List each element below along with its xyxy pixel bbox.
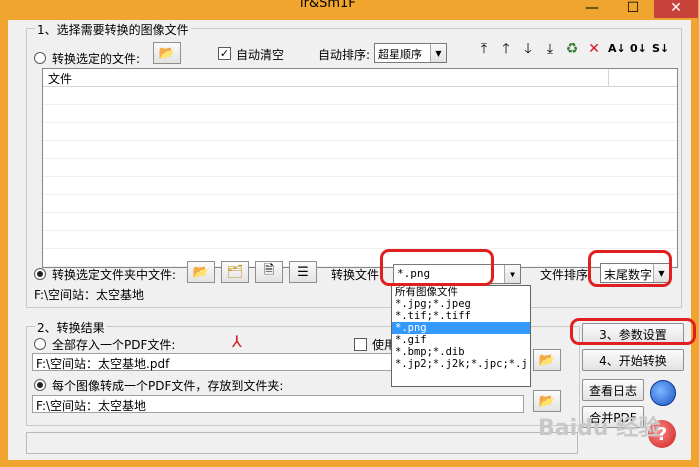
window-title: ir&Sm1F: [300, 0, 356, 11]
list-row: [43, 123, 677, 141]
file-list[interactable]: 文件: [42, 68, 678, 268]
highlight-settings: [570, 318, 696, 345]
convert-folder-label: 转换选定文件夹中文件:: [52, 268, 177, 282]
radio-all-in-one[interactable]: [34, 338, 46, 350]
group2-label: 2、转换结果: [35, 319, 107, 336]
folder-gear-icon: 🗂: [226, 264, 244, 280]
output-folder-field[interactable]: F:\空间站：太空基地: [32, 395, 524, 413]
file-list-header: 文件: [43, 69, 677, 87]
chevron-down-icon: ▼: [430, 44, 446, 62]
client-area: 1、选择需要转换的图像文件 转换选定的文件: 📂 ✓ 自动清空 自动排序: 超星…: [8, 20, 691, 460]
folder-settings-button[interactable]: 🗂: [221, 261, 249, 283]
use-checkbox[interactable]: [354, 338, 367, 351]
file-list-button[interactable]: 🗎: [255, 261, 283, 283]
maximize-button[interactable]: ☐: [613, 0, 653, 18]
file-type-option[interactable]: *.png: [392, 322, 530, 334]
list-row: [43, 231, 677, 249]
auto-sort-select[interactable]: 超星顺序 ▼: [374, 43, 447, 63]
acrobat-icon: ⅄: [232, 332, 242, 351]
file-type-dropdown[interactable]: 所有图像文件 *.jpg;*.jpeg *.tif;*.tiff *.png *.gif…: [391, 285, 531, 387]
folder-open-icon: 📂: [158, 45, 176, 61]
column-file[interactable]: 文件: [43, 69, 609, 86]
tree-view-button[interactable]: ☰: [289, 261, 317, 283]
auto-sort-label: 自动排序:: [318, 48, 371, 62]
each-image-label: 每个图像转成一个PDF文件，存放到文件夹:: [52, 379, 284, 393]
list-row: [43, 159, 677, 177]
move-top-icon[interactable]: ⤒: [476, 42, 492, 56]
file-type-option[interactable]: *.bmp;*.dib: [392, 346, 530, 358]
output-folder-value: F:\空间站：太空基地: [36, 399, 147, 413]
all-in-one-label: 全部存入一个PDF文件:: [52, 338, 176, 352]
auto-clear-checkbox[interactable]: ✓: [218, 47, 231, 60]
convert-files-type-label: 转换文件: [331, 268, 380, 282]
convert-files-label: 转换选定的文件:: [52, 52, 141, 66]
list-row: [43, 105, 677, 123]
radio-each-image[interactable]: [34, 379, 46, 391]
move-down-icon[interactable]: 🡓: [520, 42, 536, 56]
tree-icon: ☰: [297, 264, 309, 280]
list-row: [43, 213, 677, 231]
title-bar: ir&Sm1F — ☐ ✕: [0, 0, 699, 20]
watermark: Baidu 经验: [538, 416, 661, 441]
move-up-icon[interactable]: 🡑: [498, 42, 514, 56]
file-type-option[interactable]: *.gif: [392, 334, 530, 346]
sort-09-icon[interactable]: 0↓: [630, 42, 647, 56]
column-extra[interactable]: [609, 69, 659, 86]
highlight-file-sort: [588, 250, 672, 287]
file-type-option[interactable]: 所有图像文件: [392, 286, 530, 298]
list-row: [43, 177, 677, 195]
delete-icon[interactable]: ✕: [586, 42, 602, 56]
file-type-option[interactable]: *.tif;*.tiff: [392, 310, 530, 322]
list-row: [43, 249, 677, 267]
chevron-down-icon: ▼: [504, 265, 520, 283]
group1-label: 1、选择需要转换的图像文件: [35, 21, 191, 38]
move-bottom-icon[interactable]: ⤓: [542, 42, 558, 56]
folder-open-icon: 📂: [538, 352, 556, 368]
sort-az-icon[interactable]: A↓: [608, 42, 626, 56]
auto-sort-value: 超星顺序: [378, 48, 422, 61]
folder-path-text: F:\空间站：太空基地: [34, 288, 145, 302]
pdf-path-value: F:\空间站：太空基地.pdf: [36, 357, 170, 371]
file-type-option[interactable]: *.jpg;*.jpeg: [392, 298, 530, 310]
globe-icon[interactable]: [650, 380, 676, 406]
auto-clear-label: 自动清空: [236, 48, 285, 62]
file-type-option[interactable]: *.jp2;*.j2k;*.jpc;*.j: [392, 358, 530, 370]
folder-open-icon: 📂: [538, 393, 556, 409]
sort-s-icon[interactable]: S↓: [652, 42, 669, 56]
highlight-file-type: [380, 249, 494, 286]
document-icon: 🗎: [263, 263, 275, 278]
browse-folder-button[interactable]: 📂: [533, 390, 561, 412]
minimize-button[interactable]: —: [572, 0, 612, 18]
status-bar: [26, 432, 578, 454]
view-log-button[interactable]: 查看日志: [582, 379, 644, 401]
open-folder-button[interactable]: 📂: [187, 261, 215, 283]
radio-convert-files[interactable]: [34, 52, 46, 64]
recycle-bin-icon[interactable]: ♻: [564, 42, 580, 56]
list-row: [43, 195, 677, 213]
radio-convert-folder[interactable]: [34, 268, 46, 280]
start-convert-button[interactable]: 4、开始转换: [582, 349, 684, 371]
file-sort-label: 文件排序: [540, 268, 589, 282]
list-row: [43, 87, 677, 105]
close-button[interactable]: ✕: [654, 0, 698, 18]
list-row: [43, 141, 677, 159]
open-files-button[interactable]: 📂: [153, 42, 181, 64]
folder-open-icon: 📂: [192, 264, 210, 280]
browse-pdf-button[interactable]: 📂: [533, 349, 561, 371]
